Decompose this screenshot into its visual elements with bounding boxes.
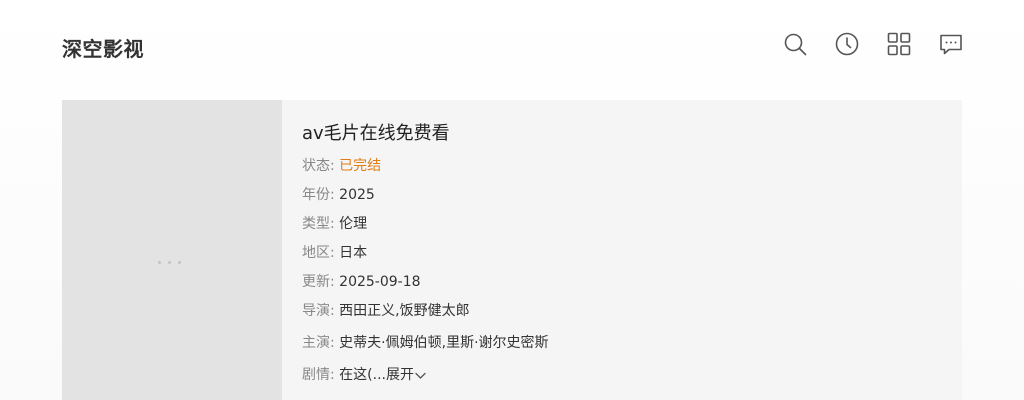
status-label: 状态 [302,158,330,174]
site-title[interactable]: 深空影视 [62,33,144,62]
genre-label: 类型 [302,216,330,232]
plot-label: 剧情 [302,367,330,383]
updated-label: 更新 [302,274,330,290]
cast-label: 主演 [302,335,330,351]
cast-value[interactable]: 史蒂夫·佩姆伯顿,里斯·谢尔史密斯 [339,335,548,351]
director-row: 导演: 西田正义,饭野健太郎 [302,301,942,333]
plot-colon: : [330,367,335,383]
cast-colon: : [330,335,335,351]
updated-colon: : [330,274,335,290]
genre-value[interactable]: 伦理 [339,216,367,232]
plot-summary: 在这(... [339,367,386,383]
region-row: 地区: 日本 [302,243,942,272]
search-icon[interactable] [783,32,807,56]
cast-row: 主演: 史蒂夫·佩姆伯顿,里斯·谢尔史密斯 [302,333,942,365]
region-value[interactable]: 日本 [339,245,367,261]
chevron-down-icon [415,372,426,379]
status-value: 已完结 [339,158,382,174]
expand-label: 展开 [385,367,414,383]
expand-plot-button[interactable]: 展开 [386,367,426,383]
poster-image[interactable] [62,100,282,400]
year-colon: : [330,187,335,203]
genre-row: 类型: 伦理 [302,214,942,243]
video-title: av毛片在线免费看 [302,123,450,144]
video-info: av毛片在线免费看 状态: 已完结 年份: 2025 类型: 伦理 地区: 日本… [302,122,942,394]
plot-row: 剧情: 在这(...展开 [302,365,942,394]
year-value[interactable]: 2025 [339,187,375,203]
region-colon: : [330,245,335,261]
year-label: 年份 [302,187,330,203]
director-label: 导演 [302,303,330,319]
site-header: 深空影视 [0,0,1024,90]
director-colon: : [330,303,335,319]
status-colon: : [330,158,335,174]
video-detail-card: av毛片在线免费看 状态: 已完结 年份: 2025 类型: 伦理 地区: 日本… [62,100,962,400]
updated-row: 更新: 2025-09-18 [302,272,942,301]
year-row: 年份: 2025 [302,185,942,214]
status-row: 状态: 已完结 [302,156,942,185]
updated-value: 2025-09-18 [339,274,421,290]
history-icon[interactable] [835,32,859,56]
genre-colon: : [330,216,335,232]
loading-dots-icon [158,252,188,272]
region-label: 地区 [302,245,330,261]
grid-icon[interactable] [887,32,911,56]
message-icon[interactable] [939,32,963,56]
director-value[interactable]: 西田正义,饭野健太郎 [339,303,469,319]
